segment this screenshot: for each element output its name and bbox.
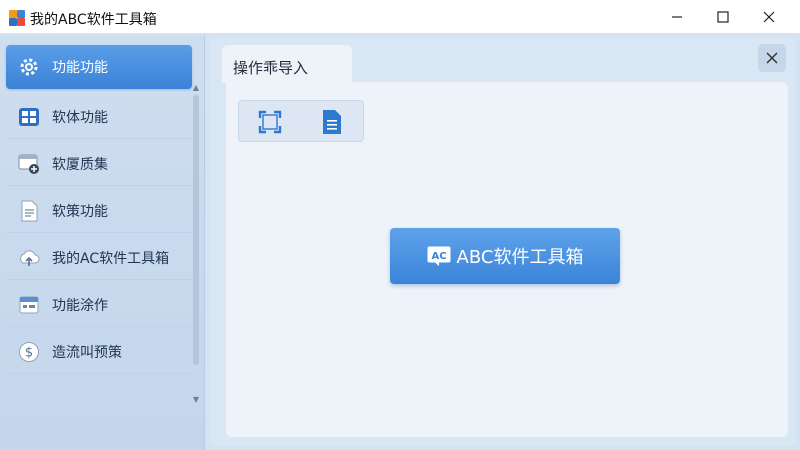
gear-icon [20, 58, 38, 76]
close-panel-button[interactable] [758, 44, 786, 72]
svg-text:$: $ [25, 345, 33, 360]
toolbar [238, 100, 364, 142]
scroll-up-arrow[interactable]: ▲ [191, 83, 201, 93]
sidebar-item-6[interactable]: $ 造流叫预策 [6, 330, 192, 374]
minimize-button[interactable] [654, 0, 700, 34]
ac-badge-text: AC [431, 251, 446, 262]
sidebar-item-4[interactable]: 我的AC软件工具箱 [6, 236, 192, 280]
scroll-down-arrow[interactable]: ▼ [191, 395, 201, 405]
sidebar-item-5[interactable]: 功能涂作 [6, 283, 192, 327]
close-icon [763, 11, 775, 23]
calendar-icon [19, 296, 39, 313]
sidebar-item-3[interactable]: 软策功能 [6, 189, 192, 233]
ac-badge-icon: AC [427, 246, 451, 266]
sidebar-item-label: 功能功能 [52, 60, 108, 76]
sidebar-item-1[interactable]: 软体功能 [6, 95, 192, 139]
sidebar-item-label: 软体功能 [52, 109, 108, 126]
tab-import[interactable]: 操作乖导入 [222, 45, 352, 83]
app-logo-icon [9, 10, 25, 26]
close-window-button[interactable] [746, 0, 792, 34]
document-list-icon [323, 110, 341, 134]
crop-button[interactable] [257, 109, 283, 135]
window-title: 我的ABC软件工具箱 [30, 12, 157, 28]
abc-toolbox-button[interactable]: AC ABC软件工具箱 [390, 228, 620, 284]
grid-icon [19, 107, 39, 126]
sidebar-scrollbar[interactable] [193, 95, 199, 365]
sidebar: 功能功能 软体功能 软厦质集 软策功能 我的AC软件工具箱 功能涂作 $ 造流叫… [0, 35, 205, 450]
sidebar-item-label: 功能涂作 [52, 297, 108, 314]
sidebar-item-0[interactable]: 功能功能 [6, 45, 192, 89]
maximize-button[interactable] [700, 0, 746, 34]
abc-toolbox-button-label: ABC软件工具箱 [456, 247, 584, 268]
document-list-button[interactable] [319, 109, 345, 135]
sidebar-item-label: 软厦质集 [52, 156, 108, 173]
cloud-upload-icon [20, 249, 40, 266]
window-add-icon [18, 154, 39, 174]
sidebar-item-2[interactable]: 软厦质集 [6, 142, 192, 186]
crop-icon [258, 110, 282, 134]
sidebar-item-label: 我的AC软件工具箱 [52, 250, 170, 267]
sidebar-item-label: 造流叫预策 [52, 344, 122, 361]
maximize-icon [717, 11, 729, 23]
content-area: AC ABC软件工具箱 [226, 82, 788, 437]
title-bar: 我的ABC软件工具箱 [0, 0, 800, 34]
sidebar-item-label: 软策功能 [52, 203, 108, 220]
main-panel: 操作乖导入 AC ABC软件工具箱 [210, 38, 796, 446]
dollar-icon: $ [19, 341, 39, 362]
minimize-icon [672, 16, 682, 18]
close-icon [766, 52, 778, 64]
document-icon [21, 200, 38, 221]
